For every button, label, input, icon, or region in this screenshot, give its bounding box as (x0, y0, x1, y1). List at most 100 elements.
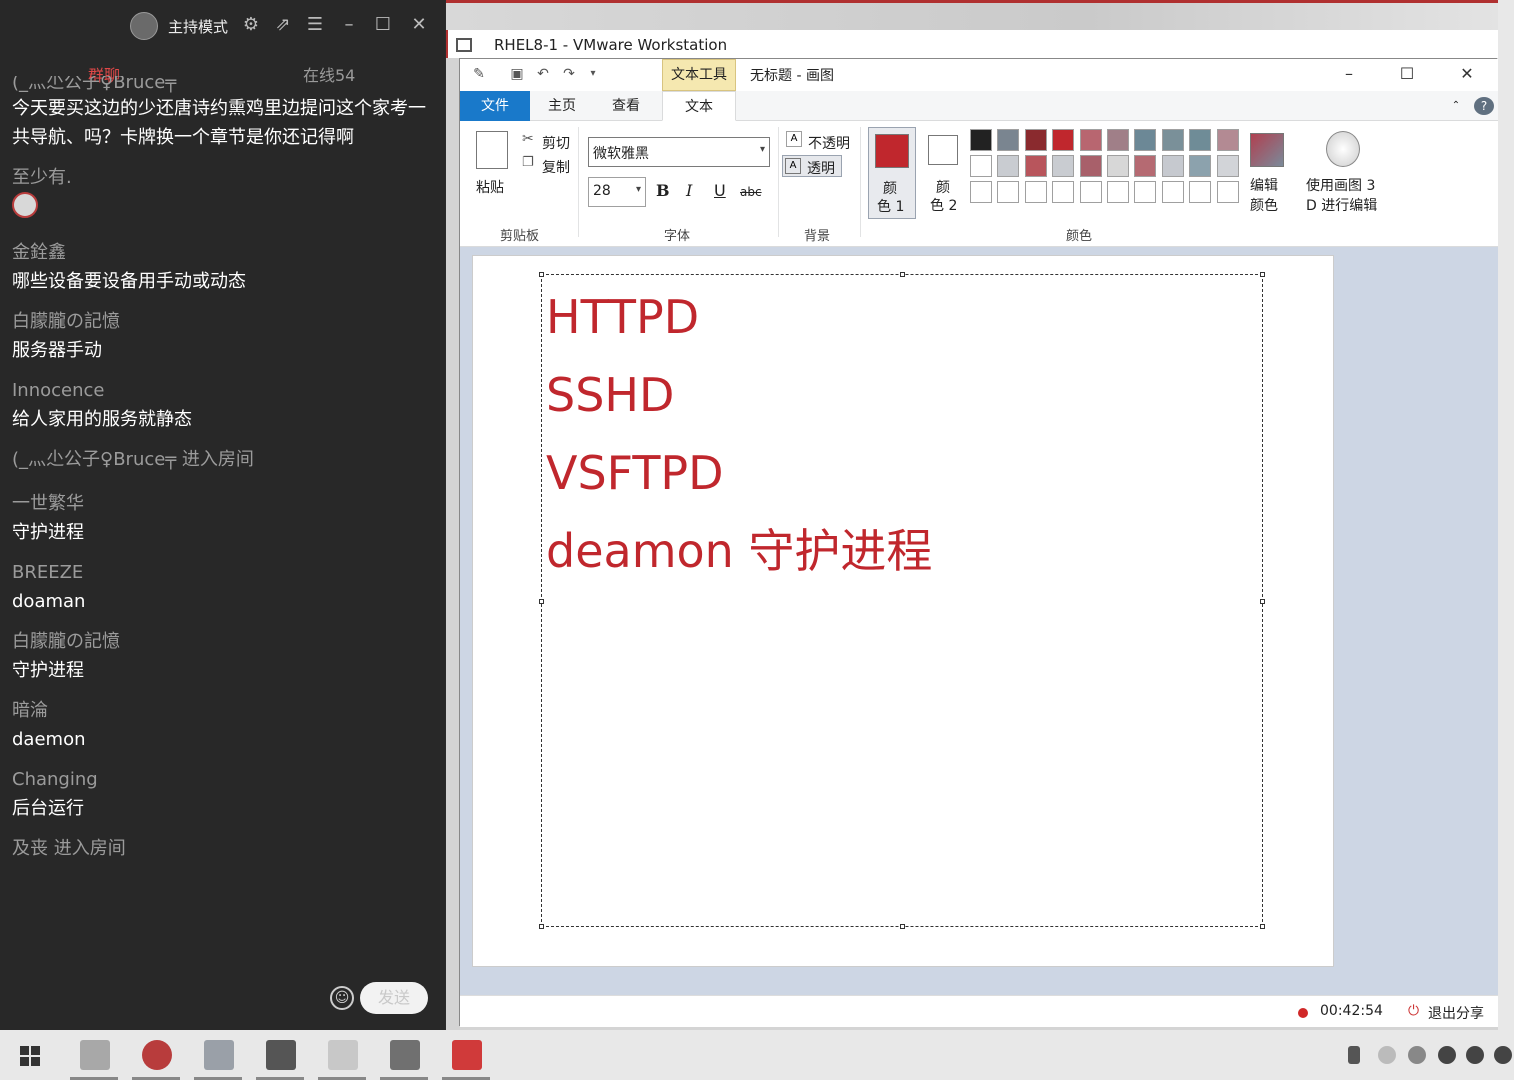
file-explorer-icon[interactable] (80, 1040, 110, 1070)
palette-swatch[interactable] (1107, 129, 1129, 151)
color2-label-b[interactable]: 色 2 (930, 195, 957, 215)
tab-view[interactable]: 查看 (598, 91, 654, 121)
close-button[interactable]: ✕ (1444, 59, 1490, 89)
palette-swatch[interactable] (1052, 129, 1075, 151)
palette-swatch[interactable] (970, 129, 992, 151)
app-c-red-icon[interactable] (452, 1040, 482, 1070)
color2-swatch[interactable] (928, 135, 958, 165)
canvas[interactable]: HTTPD SSHD VSFTPD deamon 守护进程 (472, 255, 1334, 967)
resize-handle[interactable] (1260, 924, 1265, 929)
palette-swatch[interactable] (1161, 181, 1184, 203)
maximize-icon[interactable]: ☐ (372, 14, 394, 36)
palette-swatch[interactable] (997, 181, 1020, 203)
undo-icon[interactable]: ↶ (534, 65, 552, 83)
opaque-icon[interactable]: A (786, 131, 802, 147)
resize-handle[interactable] (539, 272, 544, 277)
app-c-icon[interactable] (390, 1040, 420, 1070)
copy-icon[interactable]: ❐ (522, 155, 534, 170)
tray-app-icon[interactable] (1408, 1046, 1426, 1064)
palette-swatch[interactable] (1107, 181, 1129, 203)
minimize-icon[interactable]: – (338, 14, 360, 36)
maximize-button[interactable]: ☐ (1384, 59, 1430, 89)
tab-file[interactable]: 文件 (460, 91, 530, 121)
palette-swatch[interactable] (1107, 155, 1129, 177)
palette-swatch[interactable] (1216, 181, 1239, 203)
qq-icon[interactable] (1466, 1046, 1484, 1064)
palette-swatch[interactable] (1216, 155, 1239, 177)
palette-swatch[interactable] (1189, 181, 1212, 203)
help-icon[interactable]: ? (1474, 97, 1494, 115)
close-icon[interactable]: ✕ (408, 14, 430, 36)
underline-button[interactable]: U (714, 181, 726, 200)
windows-start-icon[interactable] (20, 1046, 40, 1066)
share-icon[interactable]: ⇗ (272, 14, 294, 36)
tab-home[interactable]: 主页 (534, 91, 590, 121)
transparent-button[interactable]: A 透明 (782, 155, 842, 177)
italic-button[interactable]: I (686, 181, 692, 200)
power-icon[interactable]: ⏻ (1408, 1003, 1419, 1019)
palette-swatch[interactable] (970, 155, 992, 177)
resize-handle[interactable] (1260, 599, 1265, 604)
exit-share-button[interactable]: 退出分享 (1428, 1003, 1484, 1023)
copy-button[interactable]: 复制 (542, 157, 570, 177)
font-size-select[interactable]: 28 ▾ (588, 177, 646, 207)
palette-swatch[interactable] (1161, 129, 1184, 151)
host-mode-label[interactable]: 主持模式 (168, 16, 228, 37)
paint3d-label-b[interactable]: D 进行编辑 (1306, 195, 1377, 215)
palette-swatch[interactable] (1024, 155, 1047, 177)
paint-icon[interactable] (328, 1040, 358, 1070)
emoji-icon[interactable]: ☺ (330, 986, 354, 1010)
qq-icon[interactable] (1438, 1046, 1456, 1064)
palette-swatch[interactable] (1134, 181, 1157, 203)
strikethrough-button[interactable]: abc (740, 185, 762, 199)
palette-swatch[interactable] (1052, 155, 1075, 177)
chrome-icon[interactable] (142, 1040, 172, 1070)
settings-icon[interactable]: ⚙ (240, 14, 262, 36)
save-icon[interactable]: ▣ (508, 65, 526, 83)
resize-handle[interactable] (539, 924, 544, 929)
resize-handle[interactable] (900, 924, 905, 929)
tab-text[interactable]: 文本 (662, 91, 736, 121)
avatar[interactable] (130, 12, 158, 40)
menu-icon[interactable]: ☰ (304, 14, 326, 36)
vmware-icon[interactable] (204, 1040, 234, 1070)
opaque-button[interactable]: 不透明 (808, 133, 850, 153)
send-button[interactable]: 发送 (360, 982, 428, 1014)
palette-swatch[interactable] (1189, 155, 1212, 177)
palette-swatch[interactable] (1079, 155, 1102, 177)
tray-app-icon[interactable] (1378, 1046, 1396, 1064)
palette-swatch[interactable] (1134, 129, 1157, 151)
palette-swatch[interactable] (1216, 129, 1239, 151)
color2-label-a[interactable]: 颜 (936, 177, 950, 197)
cut-button[interactable]: 剪切 (542, 133, 570, 153)
redo-icon[interactable]: ↷ (560, 65, 578, 83)
edit-colors-icon[interactable] (1250, 133, 1284, 167)
palette-swatch[interactable] (1079, 181, 1102, 203)
palette-swatch[interactable] (1189, 129, 1212, 151)
paint3d-icon[interactable] (1326, 131, 1360, 167)
bold-button[interactable]: B (656, 181, 670, 200)
palette-swatch[interactable] (1052, 181, 1075, 203)
collapse-ribbon-icon[interactable]: ⌃ (1446, 91, 1466, 121)
palette-swatch[interactable] (1134, 155, 1157, 177)
chevron-down-icon[interactable]: ▾ (584, 65, 602, 83)
palette-swatch[interactable] (1024, 181, 1047, 203)
palette-swatch[interactable] (970, 181, 992, 203)
terminal-icon[interactable] (266, 1040, 296, 1070)
edit-colors-label-a[interactable]: 编辑 (1250, 175, 1278, 195)
palette-swatch[interactable] (997, 129, 1020, 151)
paste-icon[interactable] (476, 131, 508, 169)
resize-handle[interactable] (1260, 272, 1265, 277)
palette-swatch[interactable] (997, 155, 1020, 177)
paint-app-icon[interactable]: ✎ (470, 65, 488, 83)
edit-colors-label-b[interactable]: 颜色 (1250, 195, 1278, 215)
text-box[interactable]: HTTPD SSHD VSFTPD deamon 守护进程 (539, 272, 1265, 929)
paint3d-label-a[interactable]: 使用画图 3 (1306, 175, 1375, 195)
cut-icon[interactable]: ✂ (522, 131, 534, 147)
microphone-icon[interactable] (1348, 1046, 1360, 1064)
palette-swatch[interactable] (1161, 155, 1184, 177)
paste-button[interactable]: 粘贴 (476, 177, 504, 197)
font-family-select[interactable]: 微软雅黑 ▾ (588, 137, 770, 167)
palette-swatch[interactable] (1079, 129, 1102, 151)
resize-handle[interactable] (539, 599, 544, 604)
